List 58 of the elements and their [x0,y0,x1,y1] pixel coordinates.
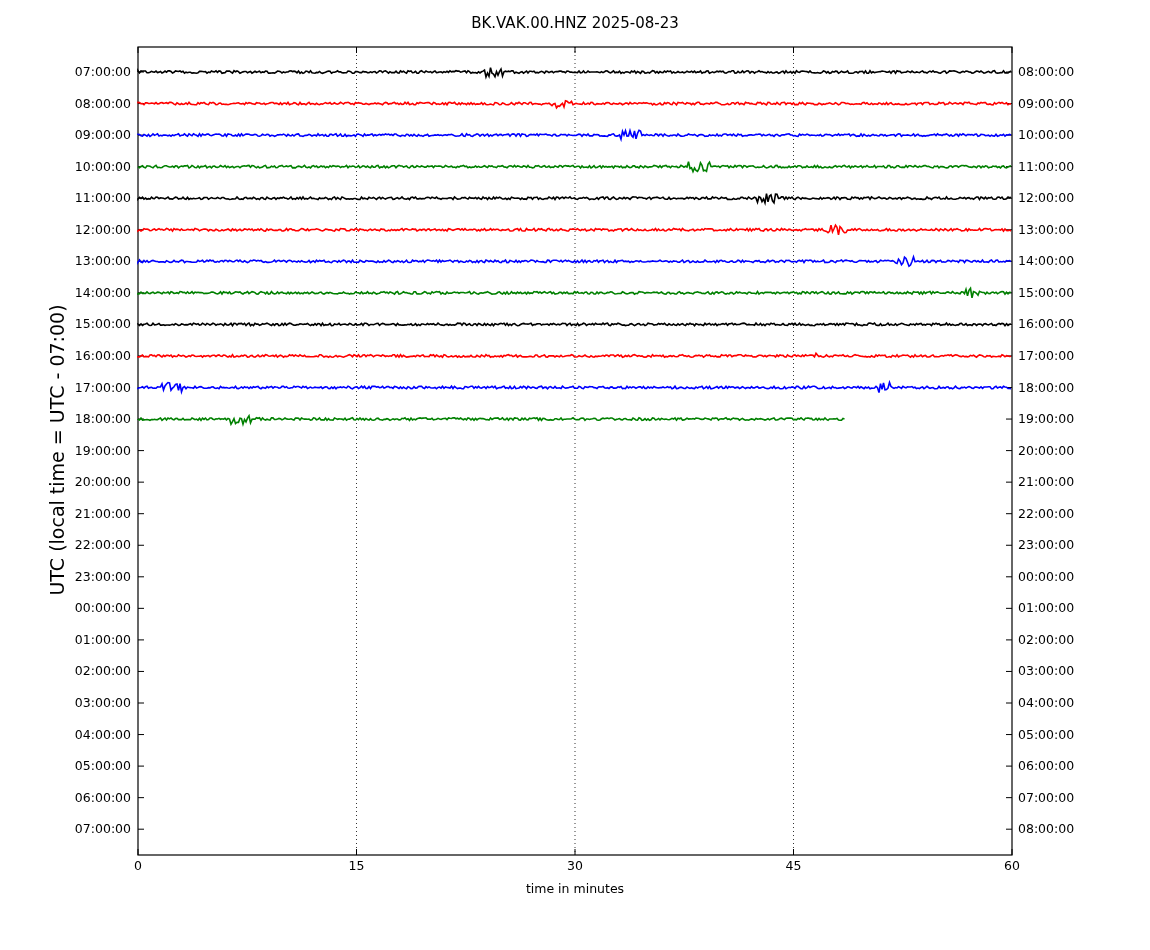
axis-tick-label: 01:00:00 [74,633,131,647]
chart-title: BK.VAK.00.HNZ 2025-08-23 [471,13,679,34]
axis-tick-label: 17:00:00 [1018,349,1075,363]
axis-tick-label: 05:00:00 [74,759,131,773]
axis-tick-label: 03:00:00 [74,696,131,710]
axis-tick-label: 04:00:00 [74,728,131,741]
axis-tick-label: 19:00:00 [74,444,131,457]
axis-tick-label: 10:00:00 [1018,128,1075,142]
axis-tick-label: 15:00:00 [1018,286,1075,300]
axis-tick-label: 45 [785,860,802,873]
axis-tick-label: 13:00:00 [74,255,131,268]
axis-tick-label: 15:00:00 [74,318,131,331]
axis-tick-label: 60 [1004,860,1020,873]
axis-tick-label: 30 [567,860,583,873]
axis-tick-label: 04:00:00 [1018,696,1075,710]
axis-tick-label: 15 [348,860,365,873]
axis-tick-label: 01:00:00 [1018,602,1075,615]
axis-tick-label: 02:00:00 [74,665,131,678]
axis-tick-label: 14:00:00 [74,286,131,300]
axis-tick-label: 02:00:00 [1018,633,1075,647]
axis-tick-label: 0 [134,860,142,873]
axis-tick-label: 12:00:00 [1018,191,1075,205]
axis-label: time in minutes [525,880,625,898]
axis-tick-label: 21:00:00 [74,507,131,520]
axis-tick-label: 23:00:00 [74,570,131,584]
axis-tick-label: 19:00:00 [1018,412,1075,426]
axis-tick-label: 17:00:00 [74,381,131,394]
axis-tick-label: 16:00:00 [74,349,131,363]
axis-tick-label: 00:00:00 [1018,570,1075,584]
axis-tick-label: 08:00:00 [1018,65,1075,79]
axis-tick-label: 05:00:00 [1018,728,1075,741]
axis-tick-label: 20:00:00 [74,475,131,489]
axis-tick-label: 16:00:00 [1018,318,1075,331]
axis-tick-label: 07:00:00 [1018,791,1075,804]
axis-tick-label: 22:00:00 [74,539,131,552]
axis-tick-label: 13:00:00 [1018,223,1075,236]
axis-tick-label: 08:00:00 [1018,822,1075,836]
axis-tick-label: 20:00:00 [1018,444,1075,457]
axis-tick-label: 18:00:00 [1018,381,1075,394]
axis-tick-label: 00:00:00 [74,602,131,615]
axis-tick-label: 10:00:00 [74,160,131,173]
axis-tick-label: 12:00:00 [74,223,131,236]
axis-tick-label: 03:00:00 [1018,665,1075,678]
axis-tick-label: 11:00:00 [1018,160,1075,173]
axis-tick-label: 23:00:00 [1018,539,1075,552]
axis-tick-label: 08:00:00 [74,97,131,110]
axis-tick-label: 06:00:00 [1018,759,1075,773]
axis-tick-label: 07:00:00 [74,822,131,836]
axis-tick-label: 06:00:00 [74,791,131,804]
axis-tick-label: 09:00:00 [74,128,131,142]
axis-tick-label: 09:00:00 [1018,97,1075,110]
axis-tick-label: 07:00:00 [74,65,131,79]
axis-tick-label: 22:00:00 [1018,507,1075,520]
axis-tick-label: 14:00:00 [1018,255,1075,268]
axis-tick-label: 21:00:00 [1018,475,1075,489]
axis-tick-label: 11:00:00 [74,191,131,205]
axis-label: UTC (local time = UTC - 07:00) [45,304,68,596]
axis-tick-label: 18:00:00 [74,412,131,426]
